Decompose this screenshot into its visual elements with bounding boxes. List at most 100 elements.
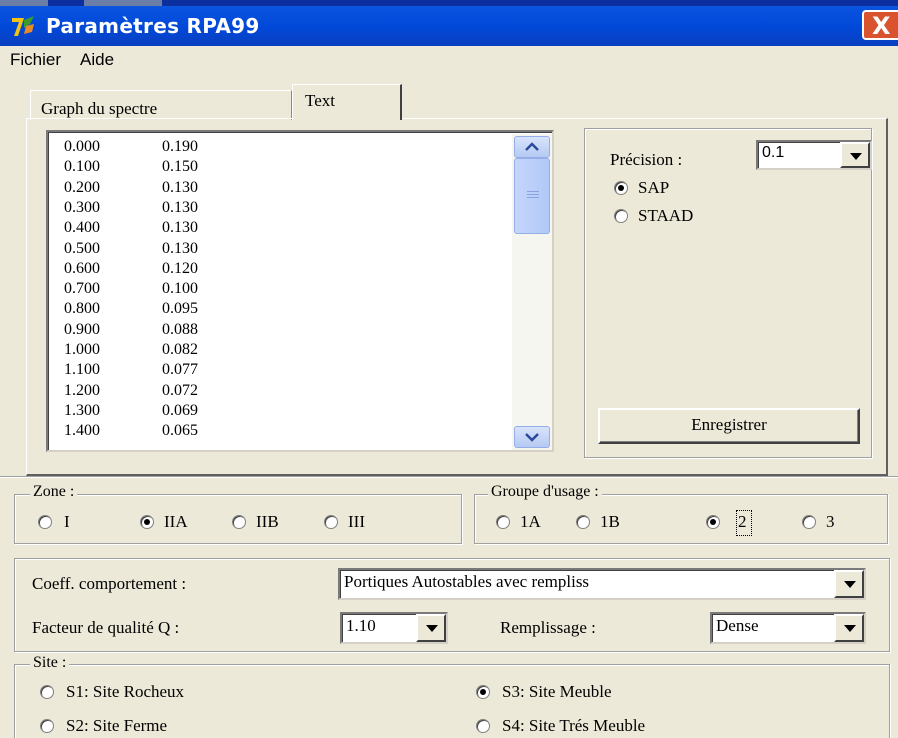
acceleration-value: 0.130 xyxy=(162,219,198,237)
site-s4-label: S4: Site Trés Meuble xyxy=(502,716,646,735)
period-value: 0.500 xyxy=(64,239,100,257)
period-value: 1.200 xyxy=(64,381,100,399)
usage-1b-label: 1B xyxy=(600,512,620,531)
menu-aide[interactable]: Aide xyxy=(80,50,114,70)
app-logo-icon xyxy=(12,16,34,36)
site-s3-label: S3: Site Meuble xyxy=(502,682,612,701)
acceleration-value: 0.069 xyxy=(162,401,198,419)
acceleration-value: 0.095 xyxy=(162,300,198,318)
quality-label: Facteur de qualité Q : xyxy=(32,618,180,637)
acceleration-value: 0.088 xyxy=(162,320,198,338)
radio-site-s3[interactable] xyxy=(476,685,490,699)
acceleration-value: 0.130 xyxy=(162,198,198,216)
radio-usage-2[interactable] xyxy=(706,515,720,529)
radio-zone-iib[interactable] xyxy=(232,515,246,529)
site-s1-label: S1: Site Rocheux xyxy=(66,682,185,701)
scroll-up-button[interactable] xyxy=(514,136,550,158)
period-value: 0.800 xyxy=(64,300,100,318)
close-button[interactable]: X xyxy=(862,10,898,40)
period-value: 0.000 xyxy=(64,138,100,155)
fill-select[interactable]: Dense xyxy=(710,612,866,644)
zone-iii-label: III xyxy=(348,512,365,531)
background-window-edge xyxy=(0,0,48,6)
tab-text[interactable]: Text xyxy=(292,84,402,120)
staad-label: STAAD xyxy=(638,206,694,225)
radio-site-s2[interactable] xyxy=(40,719,54,733)
precision-select[interactable]: 0.1 xyxy=(756,140,872,170)
zone-iib-label: IIB xyxy=(256,512,279,531)
acceleration-value: 0.190 xyxy=(162,138,198,155)
radio-zone-i[interactable] xyxy=(38,515,52,529)
chevron-down-icon[interactable] xyxy=(840,142,870,168)
period-value: 0.100 xyxy=(64,158,100,176)
menu-bar: Fichier Aide xyxy=(0,46,898,74)
chevron-down-icon[interactable] xyxy=(416,614,446,642)
radio-sap[interactable] xyxy=(614,181,628,195)
period-value: 0.900 xyxy=(64,320,100,338)
background-window-edge xyxy=(84,0,162,6)
radio-usage-3[interactable] xyxy=(802,515,816,529)
period-value: 0.200 xyxy=(64,178,100,196)
site-title: Site : xyxy=(30,654,70,672)
sap-label: SAP xyxy=(638,178,670,197)
chevron-up-icon xyxy=(525,142,539,151)
radio-site-s1[interactable] xyxy=(40,685,54,699)
fill-value: Dense xyxy=(716,616,759,635)
scroll-down-button[interactable] xyxy=(514,426,550,448)
acceleration-value: 0.077 xyxy=(162,361,198,379)
acceleration-value: 0.065 xyxy=(162,422,198,440)
period-value: 1.000 xyxy=(64,341,100,358)
tab-graph-du-spectre[interactable]: Graph du spectre xyxy=(30,90,292,120)
period-value: 0.300 xyxy=(64,198,100,216)
chevron-down-icon[interactable] xyxy=(834,570,864,598)
radio-site-s4[interactable] xyxy=(476,719,490,733)
precision-label: Précision : xyxy=(610,150,683,169)
period-value: 1.100 xyxy=(64,361,100,379)
usage-1a-label: 1A xyxy=(520,512,541,531)
quality-value: 1.10 xyxy=(346,616,376,635)
period-value: 0.400 xyxy=(64,219,100,237)
zone-i-label: I xyxy=(64,512,70,531)
acceleration-value: 0.130 xyxy=(162,178,198,196)
usage-2-label: 2 xyxy=(738,512,747,531)
acceleration-value: 0.120 xyxy=(162,259,198,277)
save-button[interactable]: Enregistrer xyxy=(598,408,860,444)
site-s2-label: S2: Site Ferme xyxy=(66,716,168,735)
window-title: Paramètres RPA99 xyxy=(46,14,260,38)
scroll-thumb[interactable] xyxy=(514,158,550,234)
zone-title: Zone : xyxy=(30,483,78,501)
period-value: 1.400 xyxy=(64,422,100,440)
spectrum-listbox[interactable]: 0.000 0.190 0.100 0.150 0.200 0.130 0.300 0.130… xyxy=(46,130,554,452)
acceleration-value: 0.100 xyxy=(162,280,198,298)
chevron-down-icon xyxy=(525,433,539,442)
title-bar[interactable]: Paramètres RPA99 X xyxy=(0,0,898,46)
grip-icon xyxy=(527,191,539,192)
coeff-select[interactable]: Portiques Autostables avec rempliss xyxy=(338,568,866,600)
usage-title: Groupe d'usage : xyxy=(488,483,602,501)
tab-label: Text xyxy=(305,91,335,110)
period-value: 1.300 xyxy=(64,401,100,419)
radio-usage-1b[interactable] xyxy=(576,515,590,529)
radio-zone-iii[interactable] xyxy=(324,515,338,529)
acceleration-value: 0.082 xyxy=(162,341,198,358)
radio-staad[interactable] xyxy=(614,209,628,223)
coeff-label: Coeff. comportement : xyxy=(32,574,187,593)
acceleration-value: 0.150 xyxy=(162,158,198,176)
menu-fichier[interactable]: Fichier xyxy=(10,50,61,70)
radio-zone-iia[interactable] xyxy=(140,515,154,529)
tab-label: Graph du spectre xyxy=(41,99,158,118)
precision-value: 0.1 xyxy=(762,144,785,161)
period-value: 0.700 xyxy=(64,280,100,298)
usage-3-label: 3 xyxy=(826,512,835,531)
close-icon: X xyxy=(872,12,891,40)
zone-iia-label: IIA xyxy=(164,512,188,531)
coeff-value: Portiques Autostables avec rempliss xyxy=(344,572,590,591)
separator xyxy=(0,476,898,478)
radio-usage-1a[interactable] xyxy=(496,515,510,529)
quality-select[interactable]: 1.10 xyxy=(340,612,448,644)
chevron-down-icon[interactable] xyxy=(834,614,864,642)
acceleration-value: 0.130 xyxy=(162,239,198,257)
acceleration-value: 0.072 xyxy=(162,381,198,399)
period-value: 0.600 xyxy=(64,259,100,277)
fill-label: Remplissage : xyxy=(500,618,596,637)
